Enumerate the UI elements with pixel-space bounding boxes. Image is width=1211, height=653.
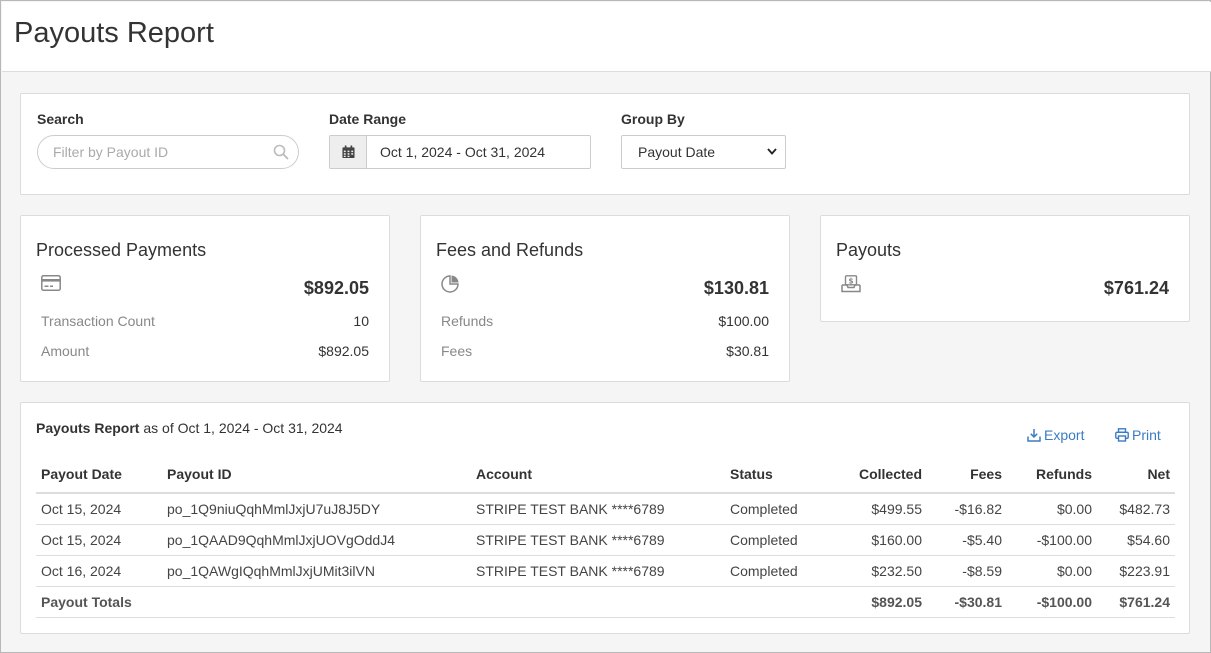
cell-collected: $499.55 <box>825 493 927 525</box>
svg-text:$: $ <box>848 277 853 286</box>
filters-panel: Search Date Range <box>20 93 1190 195</box>
group-by-value: Payout Date <box>638 144 716 160</box>
cell-net: $54.60 <box>1097 524 1175 556</box>
cell-fees: -$8.59 <box>927 555 1007 587</box>
cell-payout-id: po_1QAWgIQqhMmlJxjUMit3ilVN <box>162 555 471 587</box>
cell-payout-id: po_1Q9niuQqhMmlJxjU7uJ8J5DY <box>162 493 471 525</box>
print-button[interactable]: Print <box>1115 427 1161 443</box>
report-title: Payouts Report as of Oct 1, 2024 - Oct 3… <box>36 420 343 436</box>
totals-refunds: -$100.00 <box>1007 586 1097 618</box>
pie-chart-icon <box>441 275 459 293</box>
table-row[interactable]: Oct 15, 2024 po_1QAAD9QqhMmlJxjUOVgOddJ4… <box>36 524 1175 556</box>
col-payout-date[interactable]: Payout Date <box>36 455 162 494</box>
table-row[interactable]: Oct 16, 2024 po_1QAWgIQqhMmlJxjUMit3ilVN… <box>36 555 1175 587</box>
payouts-table: Payout Date Payout ID Account Status Col… <box>36 455 1175 618</box>
cell-refunds: $0.00 <box>1007 493 1097 525</box>
totals-net: $761.24 <box>1097 586 1175 618</box>
cell-account: STRIPE TEST BANK ****6789 <box>471 493 725 525</box>
cell-collected: $160.00 <box>825 524 927 556</box>
col-refunds[interactable]: Refunds <box>1007 455 1097 494</box>
cell-payout-id: po_1QAAD9QqhMmlJxjUOVgOddJ4 <box>162 524 471 556</box>
cell-account: STRIPE TEST BANK ****6789 <box>471 555 725 587</box>
cell-fees: -$5.40 <box>927 524 1007 556</box>
refunds-label: Refunds <box>441 313 494 329</box>
amount-label: Amount <box>41 343 90 359</box>
fees-refunds-total: $130.81 <box>703 278 769 298</box>
refunds-value: $100.00 <box>718 313 769 329</box>
search-label: Search <box>37 111 84 127</box>
cell-account: STRIPE TEST BANK ****6789 <box>471 524 725 556</box>
col-payout-id[interactable]: Payout ID <box>162 455 471 494</box>
amount-value: $892.05 <box>318 343 369 359</box>
search-icon[interactable] <box>273 144 289 160</box>
inbox-dollar-icon: $ <box>841 275 861 293</box>
totals-empty <box>162 586 471 618</box>
payouts-report-panel: Payouts Report as of Oct 1, 2024 - Oct 3… <box>20 402 1190 634</box>
download-icon <box>1027 429 1041 442</box>
cell-status: Completed <box>725 493 825 525</box>
report-title-bold: Payouts Report <box>36 420 140 436</box>
payouts-total: $761.24 <box>1103 278 1169 298</box>
page-header: Payouts Report <box>2 2 1211 72</box>
app-frame: Payouts Report Search Date Range <box>0 0 1211 653</box>
cell-payout-date: Oct 15, 2024 <box>36 524 162 556</box>
totals-fees: -$30.81 <box>927 586 1007 618</box>
transaction-count-label: Transaction Count <box>41 313 155 329</box>
payouts-title: Payouts <box>836 240 902 260</box>
credit-card-icon <box>41 275 61 291</box>
col-fees[interactable]: Fees <box>927 455 1007 494</box>
group-by-label: Group By <box>621 111 685 127</box>
fees-label: Fees <box>441 343 473 359</box>
search-input[interactable] <box>53 144 263 160</box>
payouts-card: Payouts $ $761.24 <box>820 215 1190 322</box>
group-by-select[interactable]: Payout Date <box>621 135 786 169</box>
cell-net: $482.73 <box>1097 493 1175 525</box>
col-account[interactable]: Account <box>471 455 725 494</box>
cell-payout-date: Oct 15, 2024 <box>36 493 162 525</box>
cell-net: $223.91 <box>1097 555 1175 587</box>
cell-payout-date: Oct 16, 2024 <box>36 555 162 587</box>
processed-payments-total: $892.05 <box>303 278 369 298</box>
col-collected[interactable]: Collected <box>825 455 927 494</box>
date-range-label: Date Range <box>329 111 407 127</box>
chevron-down-icon <box>767 148 777 155</box>
cell-status: Completed <box>725 555 825 587</box>
totals-collected: $892.05 <box>825 586 927 618</box>
calendar-icon <box>342 145 355 159</box>
table-header-row: Payout Date Payout ID Account Status Col… <box>36 455 1175 494</box>
print-label[interactable]: Print <box>1132 427 1161 443</box>
totals-row: Payout Totals $892.05 -$30.81 -$100.00 $… <box>36 586 1175 618</box>
table-row[interactable]: Oct 15, 2024 po_1Q9niuQqhMmlJxjU7uJ8J5DY… <box>36 493 1175 525</box>
cell-collected: $232.50 <box>825 555 927 587</box>
export-button[interactable]: Export <box>1027 427 1084 443</box>
search-field[interactable] <box>37 135 299 169</box>
cell-fees: -$16.82 <box>927 493 1007 525</box>
totals-empty <box>471 586 725 618</box>
transaction-count-value: 10 <box>353 313 369 329</box>
fees-refunds-card: Fees and Refunds $130.81 Refunds $100.00… <box>420 215 790 382</box>
export-label[interactable]: Export <box>1044 427 1084 443</box>
processed-payments-title: Processed Payments <box>36 240 207 260</box>
report-date-range: as of Oct 1, 2024 - Oct 31, 2024 <box>139 420 343 436</box>
calendar-addon[interactable] <box>330 136 367 168</box>
page-title: Payouts Report <box>14 17 214 49</box>
processed-payments-card: Processed Payments $892.05 Transaction C… <box>20 215 390 382</box>
totals-empty <box>725 586 825 618</box>
totals-label: Payout Totals <box>36 586 162 618</box>
date-range-picker[interactable]: Oct 1, 2024 - Oct 31, 2024 <box>329 135 591 169</box>
col-net[interactable]: Net <box>1097 455 1175 494</box>
col-status[interactable]: Status <box>725 455 825 494</box>
print-icon <box>1115 428 1129 442</box>
fees-value: $30.81 <box>726 343 769 359</box>
cell-status: Completed <box>725 524 825 556</box>
date-range-value[interactable]: Oct 1, 2024 - Oct 31, 2024 <box>380 144 545 160</box>
cell-refunds: $0.00 <box>1007 555 1097 587</box>
cell-refunds: -$100.00 <box>1007 524 1097 556</box>
fees-refunds-title: Fees and Refunds <box>436 240 584 260</box>
